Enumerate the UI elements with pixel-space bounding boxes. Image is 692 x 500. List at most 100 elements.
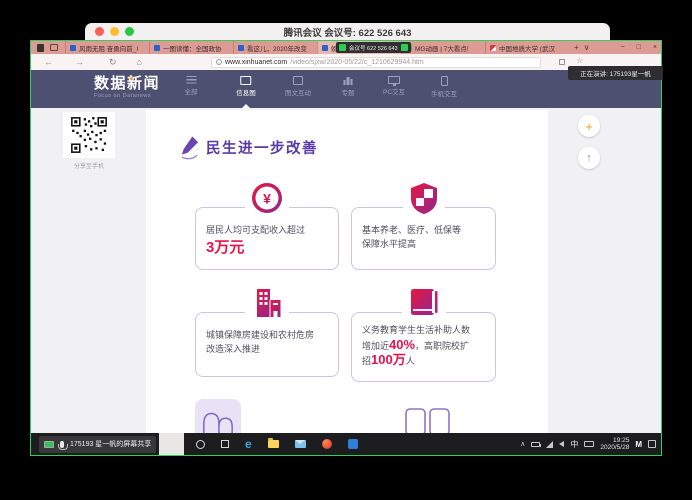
article-icon (293, 76, 303, 85)
browser-tab[interactable]: 看这儿，2020年改变 (233, 41, 317, 54)
stat-card-income: ¥ 居民人均可支配收入超过 3万元 (195, 207, 339, 270)
section-header: 民生进一步改善 (179, 134, 318, 161)
mail-icon[interactable] (295, 440, 306, 448)
screen-share-banner[interactable]: 175193 星一帆的屏幕共享 (39, 436, 156, 453)
nav-item-picture-text[interactable]: 图文互动 (285, 76, 311, 97)
battery-icon[interactable] (531, 442, 540, 447)
tab-actions-icon[interactable] (50, 44, 58, 51)
close-button[interactable]: × (653, 44, 657, 51)
site-logo-title: 数据新闻 (94, 76, 160, 92)
page-content: 分享至手机 民生进一步改善 ¥ (31, 108, 661, 433)
windows-taskbar: 175193 星一帆的屏幕共享 e ∧ 中 19:25 (31, 433, 661, 455)
browser-tab[interactable]: 一图读懂：全国政协 (149, 41, 233, 54)
site-info-icon[interactable]: i (216, 59, 222, 65)
meeting-floating-pill[interactable]: 会议号 622 526 643 (336, 42, 411, 53)
nav-item-infographic[interactable]: 信息图 (236, 76, 256, 97)
clock-time: 19:25 (600, 437, 629, 445)
back-icon[interactable]: ← (44, 58, 53, 67)
nav-item-mobile-interactive[interactable]: 手机交互 (431, 76, 457, 98)
pencil-icon (179, 134, 200, 161)
next-section-tile (195, 399, 241, 433)
building-icon (245, 287, 289, 319)
speaking-tooltip: 正在演讲: 175193星一帆 (568, 66, 663, 80)
clock-date: 2020/5/28 (600, 444, 629, 452)
cortana-icon[interactable] (196, 440, 205, 449)
home-icon[interactable]: ⌂ (137, 58, 142, 67)
touch-keyboard-icon[interactable] (584, 441, 594, 447)
svg-text:¥: ¥ (263, 191, 271, 207)
maximize-button[interactable]: □ (637, 44, 641, 51)
url-field[interactable]: i www.xinhuanet.com /video/sjxw/2020-05/… (211, 57, 541, 68)
tray-expand-icon[interactable]: ∧ (520, 440, 525, 448)
nav-item-topics[interactable]: 专题 (342, 76, 355, 97)
infographic-panel: 民生进一步改善 ¥ 居民人均可支配收入超过 3万元 (146, 110, 548, 433)
qr-code (63, 112, 115, 158)
meeting-green-icon (401, 44, 408, 51)
reading-view-icon[interactable] (559, 59, 565, 65)
stat-card-education: 义务教育学生生活补助人数 增加近40%，高职院校扩 招100万人 (351, 312, 496, 382)
book-icon (402, 287, 446, 317)
cug-favicon (490, 45, 496, 51)
xinhuanet-favicon (238, 45, 244, 51)
income-highlight: 3万元 (206, 239, 328, 257)
site-logo-subtitle: Focus on Datanews (94, 93, 160, 99)
nav-item-pc-interactive[interactable]: PC交互 (383, 76, 405, 96)
taskbar-search-box[interactable] (159, 433, 184, 455)
bridge-icon (200, 405, 236, 433)
shield-icon (403, 182, 445, 215)
list-icon (186, 76, 196, 84)
screenshot-stage: 腾讯会议 会议号: 622 526 643 风雨无阻 奋勇向前_I 一图读懂：全… (0, 0, 692, 500)
red-app-icon[interactable] (322, 439, 332, 449)
nav-item-all[interactable]: 全部 (185, 76, 198, 96)
xinhuanet-favicon (70, 45, 76, 51)
stat-card-social-security: 基本养老、医疗、低保等 保障水平提高 (351, 207, 496, 270)
network-icon[interactable] (546, 441, 553, 448)
yuan-circle-icon: ¥ (245, 182, 289, 214)
xinhuanet-favicon (154, 45, 160, 51)
action-center-icon[interactable] (648, 440, 656, 448)
forward-icon[interactable]: → (75, 58, 84, 67)
back-to-top-fab[interactable]: ↑ (578, 147, 600, 169)
browser-menu-icon[interactable] (37, 44, 44, 52)
qr-code-image (70, 116, 108, 154)
edge-icon[interactable]: e (245, 438, 252, 450)
refresh-icon[interactable]: ↻ (109, 58, 117, 67)
window-controls: − □ × (621, 41, 657, 54)
monitor-icon (388, 76, 400, 84)
zoom-in-fab[interactable]: + (578, 115, 600, 137)
taskbar-clock[interactable]: 19:25 2020/5/28 (600, 437, 629, 452)
meeting-app-icon[interactable]: M (635, 440, 642, 449)
browser-tabbar: 风雨无阻 奋勇向前_I 一图读懂：全国政协 看这儿，2020年改变 螃蟹2019… (31, 41, 661, 54)
logo-accent-dot (130, 77, 133, 80)
section-title: 民生进一步改善 (206, 137, 318, 158)
xinhuanet-favicon (322, 45, 328, 51)
system-tray: ∧ 中 19:25 2020/5/28 M (520, 433, 656, 455)
taskbar-apps: e (196, 433, 358, 455)
meeting-window-titlebar: 腾讯会议 会议号: 622 526 643 (85, 23, 610, 40)
site-logo[interactable]: 数据新闻 Focus on Datanews (94, 76, 160, 99)
favorite-star-icon[interactable]: ☆ (576, 56, 583, 65)
blue-app-icon[interactable] (348, 439, 358, 449)
volume-icon[interactable] (559, 441, 564, 447)
browser-tab[interactable]: MG动画 | 7大看点! (401, 41, 485, 54)
new-tab-button[interactable]: + (574, 43, 579, 52)
task-view-icon[interactable] (221, 440, 229, 448)
file-explorer-icon[interactable] (268, 440, 279, 448)
meeting-window-title: 腾讯会议 会议号: 622 526 643 (85, 25, 610, 39)
tab-list-dropdown[interactable]: ∨ (584, 43, 590, 52)
minimize-button[interactable]: − (621, 44, 625, 51)
browser-tab[interactable]: 中国地质大学 (武汉 (485, 41, 569, 54)
ime-indicator[interactable]: 中 (570, 439, 578, 450)
shared-screen-icon (44, 441, 54, 448)
browser-tab[interactable]: 风雨无阻 奋勇向前_I (65, 41, 149, 54)
education-accent-40: 40% (389, 337, 415, 352)
url-path: /video/sjxw/2020-05/22/c_1210629944.htm (290, 59, 423, 66)
url-host: www.xinhuanet.com (225, 59, 287, 66)
browser-addressbar: ← → ↻ ⌂ i www.xinhuanet.com /video/sjxw/… (31, 54, 661, 70)
stat-card-housing: 城镇保障房建设和农村危房 改造深入推进 (195, 312, 339, 377)
shared-desktop: 风雨无阻 奋勇向前_I 一图读懂：全国政协 看这儿，2020年改变 螃蟹2019… (30, 40, 662, 456)
qr-caption: 分享至手机 (55, 161, 123, 170)
phone-icon (441, 76, 448, 86)
open-book-icon (404, 405, 451, 433)
bar-chart-icon (342, 76, 354, 85)
